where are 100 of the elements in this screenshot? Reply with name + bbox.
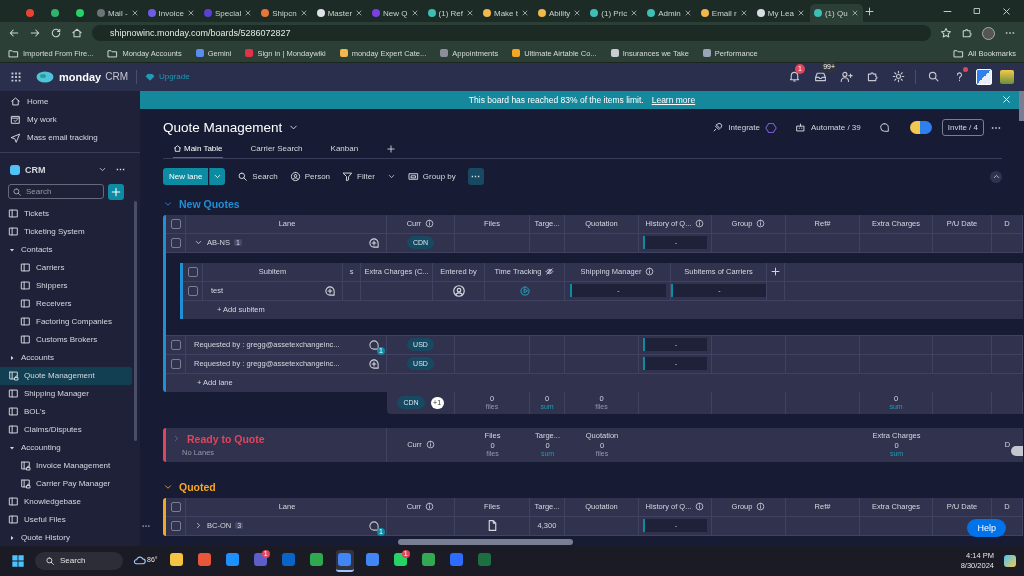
select-all-checkbox[interactable]: [187, 266, 198, 277]
collapse-button[interactable]: [990, 170, 1002, 183]
close-icon[interactable]: [130, 9, 139, 17]
profile-icon[interactable]: [982, 26, 995, 40]
invite-button[interactable]: Invite / 4: [941, 119, 984, 137]
add-column-icon[interactable]: [770, 266, 781, 278]
close-icon[interactable]: [521, 9, 529, 17]
browser-tab[interactable]: New Q: [368, 4, 423, 22]
close-icon[interactable]: [1001, 93, 1012, 105]
nav-item[interactable]: My work: [0, 110, 140, 129]
sidebar-folder[interactable]: Contacts: [0, 240, 132, 259]
close-icon[interactable]: [186, 9, 195, 17]
home-icon[interactable]: [71, 27, 83, 39]
sidebar-item[interactable]: Useful Files: [0, 510, 132, 529]
settings-icon[interactable]: [891, 70, 905, 84]
select-all-checkbox[interactable]: [170, 218, 181, 229]
row-checkbox[interactable]: [170, 339, 181, 350]
bell-icon[interactable]: [787, 70, 801, 84]
reload-icon[interactable]: [50, 27, 62, 39]
group-title[interactable]: New Quotes: [179, 197, 240, 210]
sidebar-item[interactable]: Carrier Pay Manager: [0, 474, 132, 493]
close-icon[interactable]: [410, 9, 419, 17]
automate-button[interactable]: Automate / 39: [794, 122, 861, 134]
apps-icon[interactable]: [865, 70, 879, 84]
filter-button[interactable]: Filter: [342, 171, 375, 183]
forward-icon[interactable]: [29, 27, 41, 39]
play-icon[interactable]: [519, 285, 530, 296]
person-icon[interactable]: [451, 283, 466, 298]
sidebar-item[interactable]: Invoice Management: [0, 456, 132, 475]
view-tab[interactable]: Carrier Search: [250, 139, 303, 158]
sidebar-folder[interactable]: Accounts: [0, 348, 132, 367]
browser-tab[interactable]: Master: [312, 4, 368, 22]
sidebar-item[interactable]: Receivers: [0, 294, 132, 313]
close-icon[interactable]: [850, 9, 859, 17]
star-icon[interactable]: [940, 27, 952, 39]
browser-tab[interactable]: Admin: [643, 4, 696, 22]
add-update-icon[interactable]: [368, 236, 380, 249]
row-checkbox[interactable]: [170, 358, 181, 369]
upgrade-link[interactable]: Upgrade: [158, 72, 190, 82]
sidebar-folder[interactable]: Quote History: [0, 528, 132, 547]
back-icon[interactable]: [8, 27, 20, 39]
sidebar-item[interactable]: Shipping Manager: [0, 384, 132, 403]
sidebar-item[interactable]: Claims/Disputes: [0, 420, 132, 439]
browser-tab[interactable]: Ability: [534, 4, 586, 22]
info-icon[interactable]: [425, 502, 435, 512]
sidebar-item[interactable]: Knowledgebase: [0, 492, 132, 511]
new-lane-button[interactable]: New lane: [163, 168, 209, 186]
chevron-right-icon[interactable]: [194, 521, 203, 531]
info-icon[interactable]: [425, 219, 435, 229]
close-icon[interactable]: [299, 9, 308, 17]
row-checkbox[interactable]: [170, 520, 181, 531]
new-lane-menu-button[interactable]: [209, 168, 226, 186]
workspace-name[interactable]: CRM: [25, 164, 46, 175]
close-icon[interactable]: [355, 9, 364, 17]
sidebar-item[interactable]: Quote Management: [0, 366, 132, 385]
integrate-button[interactable]: Integrate: [712, 121, 777, 134]
sidebar-item[interactable]: Customs Brokers: [0, 330, 132, 349]
tray-icon[interactable]: [1004, 554, 1016, 567]
view-tab[interactable]: Main Table: [173, 139, 223, 158]
scrollbar[interactable]: [1019, 90, 1024, 121]
board-title[interactable]: Quote Management: [163, 120, 283, 136]
sidebar-item[interactable]: Tickets: [0, 204, 132, 223]
nav-item[interactable]: Mass email tracking: [0, 128, 140, 147]
extensions-icon[interactable]: [961, 27, 973, 39]
resize-handle[interactable]: [1011, 445, 1023, 456]
close-icon[interactable]: [683, 9, 692, 17]
browser-tab[interactable]: (1) Pric: [586, 4, 643, 22]
info-icon[interactable]: [645, 267, 655, 277]
new-tab-icon[interactable]: [863, 5, 875, 17]
close-icon[interactable]: [1001, 5, 1012, 17]
row-checkbox[interactable]: [170, 237, 181, 248]
scrollbar[interactable]: [134, 200, 137, 441]
add-update-icon[interactable]: [368, 357, 380, 370]
search-icon[interactable]: [926, 70, 940, 84]
chat-icon[interactable]: [368, 519, 380, 532]
avatar-icon[interactable]: [976, 68, 992, 85]
search-field[interactable]: Search: [8, 184, 104, 200]
close-icon[interactable]: [630, 9, 639, 17]
info-icon[interactable]: [695, 219, 705, 229]
browser-tab[interactable]: Invoice: [143, 4, 199, 22]
search-field[interactable]: Search: [35, 551, 123, 570]
person-button[interactable]: Person: [289, 171, 331, 183]
avatar-icon[interactable]: [1000, 69, 1014, 84]
apps-grid-icon[interactable]: [10, 70, 22, 83]
browser-tab[interactable]: Mail -: [93, 4, 143, 22]
sidebar-item[interactable]: Ticketing System: [0, 222, 132, 241]
chat-icon[interactable]: [878, 122, 890, 134]
more-button[interactable]: [467, 168, 484, 186]
add-update-icon[interactable]: [324, 284, 336, 297]
maximize-icon[interactable]: [972, 6, 982, 16]
address-bar[interactable]: shipnowinc.monday.com/boards/5286072827: [92, 25, 931, 41]
sidebar-folder[interactable]: Accounting: [0, 438, 132, 457]
sidebar-item[interactable]: BOL's: [0, 402, 132, 421]
close-icon[interactable]: [739, 9, 748, 17]
browser-tab[interactable]: (1) Ref: [423, 4, 478, 22]
close-icon[interactable]: [466, 9, 474, 17]
group-by-button[interactable]: Group by: [407, 171, 456, 183]
browser-tab[interactable]: (1) Qu: [809, 4, 863, 22]
avatar-icon[interactable]: [909, 121, 932, 135]
close-icon[interactable]: [573, 9, 582, 17]
